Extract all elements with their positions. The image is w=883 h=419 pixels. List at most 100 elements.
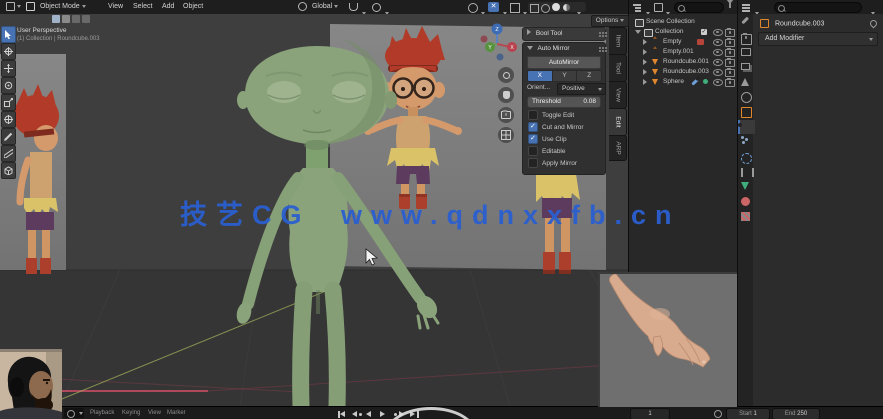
xray-toggle-icon[interactable]	[510, 3, 520, 13]
axis-z-button[interactable]: Z	[577, 71, 601, 81]
current-frame-field[interactable]: 1	[630, 408, 670, 419]
particles-tab-icon[interactable]	[741, 136, 744, 139]
outliner-row-sphere[interactable]: Sphere	[629, 77, 738, 87]
solid-shading-icon[interactable]	[541, 3, 550, 13]
auto-mirror-panel-header[interactable]: Auto Mirror	[523, 43, 605, 55]
render-camera-icon[interactable]	[725, 77, 735, 87]
view-layer-tab-icon[interactable]	[741, 63, 750, 70]
checkbox-icon[interactable]	[528, 122, 538, 132]
proportional-falloff-dropdown[interactable]	[383, 5, 392, 16]
automirror-button[interactable]: AutoMirror	[527, 56, 601, 69]
render-camera-icon[interactable]	[725, 37, 735, 47]
tab-item[interactable]: Item	[609, 27, 627, 55]
tool-setting-icon-4[interactable]	[82, 15, 90, 23]
tool-setting-icon-2[interactable]	[62, 15, 70, 23]
camera-view-button[interactable]	[498, 107, 514, 123]
toggle-edit-row[interactable]: Toggle Edit	[528, 110, 574, 120]
gizmo-toggle-icon[interactable]	[468, 3, 478, 13]
apply-mirror-row[interactable]: Apply Mirror	[528, 158, 577, 168]
tool-rotate[interactable]	[1, 77, 16, 94]
hide-eye-icon[interactable]	[713, 69, 723, 76]
add-modifier-button[interactable]: Add Modifier	[758, 32, 878, 46]
object-data-tab-icon[interactable]	[741, 182, 749, 190]
end-frame-field[interactable]: End 250	[772, 408, 820, 419]
mode-dropdown[interactable]: Object Mode	[22, 0, 90, 14]
outliner-display-dropdown[interactable]	[664, 5, 673, 16]
tab-arp[interactable]: ARP	[609, 135, 627, 161]
outliner-row-scene-collection[interactable]: Scene Collection	[629, 17, 738, 27]
hide-eye-icon[interactable]	[713, 39, 723, 46]
properties-search-input[interactable]	[774, 2, 862, 13]
hide-eye-icon[interactable]	[713, 49, 723, 56]
checkbox-icon[interactable]	[528, 110, 538, 120]
overlays-toggle-icon[interactable]: ✕	[488, 2, 499, 12]
active-tool-tab-icon[interactable]	[741, 16, 749, 24]
timeline-menu-playback[interactable]: Playback	[90, 407, 114, 419]
outliner-row-empty-001[interactable]: Empty.001	[629, 47, 738, 57]
outliner-row-collection[interactable]: Collection	[629, 27, 738, 37]
checkbox-icon[interactable]	[528, 158, 538, 168]
axis-y-button[interactable]: Y	[552, 71, 578, 81]
outliner-filter-icon[interactable]	[726, 0, 735, 21]
tool-scale[interactable]	[1, 94, 16, 111]
tool-move[interactable]	[1, 60, 16, 77]
texture-tab-icon[interactable]	[741, 212, 750, 221]
outliner-row-empty[interactable]: Empty	[629, 37, 738, 47]
object-tab-icon[interactable]	[741, 107, 752, 118]
checkbox-icon[interactable]	[528, 134, 538, 144]
outliner-row-roundcube-003[interactable]: Roundcube.003	[629, 67, 738, 77]
timeline-menu-view[interactable]: View	[148, 407, 161, 419]
wireframe-shading-icon[interactable]	[530, 3, 539, 13]
use-clip-row[interactable]: Use Clip	[528, 134, 567, 144]
outliner-display-icon[interactable]	[654, 3, 663, 12]
tool-cursor[interactable]	[1, 43, 16, 60]
tool-setting-icon-1[interactable]	[52, 15, 60, 23]
axis-x-button[interactable]: X	[528, 71, 553, 81]
tab-view[interactable]: View	[609, 81, 627, 109]
render-camera-icon[interactable]	[725, 67, 735, 77]
cut-and-mirror-row[interactable]: Cut and Mirror	[528, 122, 584, 132]
snap-magnet-icon[interactable]	[349, 3, 358, 11]
outliner-editor-icon[interactable]	[633, 3, 642, 12]
overlays-dropdown[interactable]	[501, 5, 510, 16]
render-camera-icon[interactable]	[725, 47, 735, 57]
timeline-menu-keying[interactable]: Keying	[122, 407, 140, 419]
properties-filter-dropdown[interactable]	[869, 5, 878, 16]
pin-icon[interactable]	[868, 18, 879, 29]
tool-measure[interactable]	[1, 145, 16, 162]
tab-edit[interactable]: Edit	[609, 108, 627, 136]
menu-object[interactable]: Object	[179, 0, 207, 14]
menu-add[interactable]: Add	[158, 0, 178, 14]
render-camera-icon[interactable]	[725, 57, 735, 67]
menu-select[interactable]: Select	[129, 0, 156, 14]
outliner-search-input[interactable]	[674, 2, 724, 13]
ortho-toggle-button[interactable]	[498, 127, 514, 143]
menu-view[interactable]: View	[104, 0, 127, 14]
collection-checkbox-icon[interactable]	[701, 27, 707, 37]
bool-tool-panel-header[interactable]: Bool Tool	[522, 27, 606, 41]
world-tab-icon[interactable]	[741, 92, 752, 103]
panel-drag-handle[interactable]	[599, 47, 601, 49]
outliner-row-roundcube-001[interactable]: Roundcube.001	[629, 57, 738, 67]
hide-eye-icon[interactable]	[713, 79, 723, 86]
render-camera-icon[interactable]	[725, 27, 735, 37]
tool-select-box[interactable]	[1, 26, 16, 43]
hide-eye-icon[interactable]	[713, 59, 723, 66]
tool-transform[interactable]	[1, 111, 16, 128]
material-shading-icon[interactable]	[552, 3, 560, 11]
start-frame-field[interactable]: Start 1	[726, 408, 770, 419]
properties-editor-dropdown[interactable]	[753, 5, 762, 16]
hide-eye-icon[interactable]	[713, 29, 723, 36]
gizmo-dropdown[interactable]	[479, 5, 488, 16]
snap-target-dropdown[interactable]	[360, 5, 369, 16]
timeline-menu-marker[interactable]: Marker	[167, 407, 186, 419]
proportional-edit-icon[interactable]	[372, 3, 381, 12]
timeline-editor-button[interactable]	[64, 408, 84, 418]
orientation-dropdown[interactable]: Global	[294, 0, 342, 14]
editable-row[interactable]: Editable	[528, 146, 566, 156]
outliner-editor-dropdown[interactable]	[644, 5, 653, 16]
tab-tool[interactable]: Tool	[609, 54, 627, 82]
checkbox-icon[interactable]	[528, 146, 538, 156]
constraints-tab-icon[interactable]	[741, 168, 754, 177]
tool-annotate[interactable]	[1, 128, 16, 145]
